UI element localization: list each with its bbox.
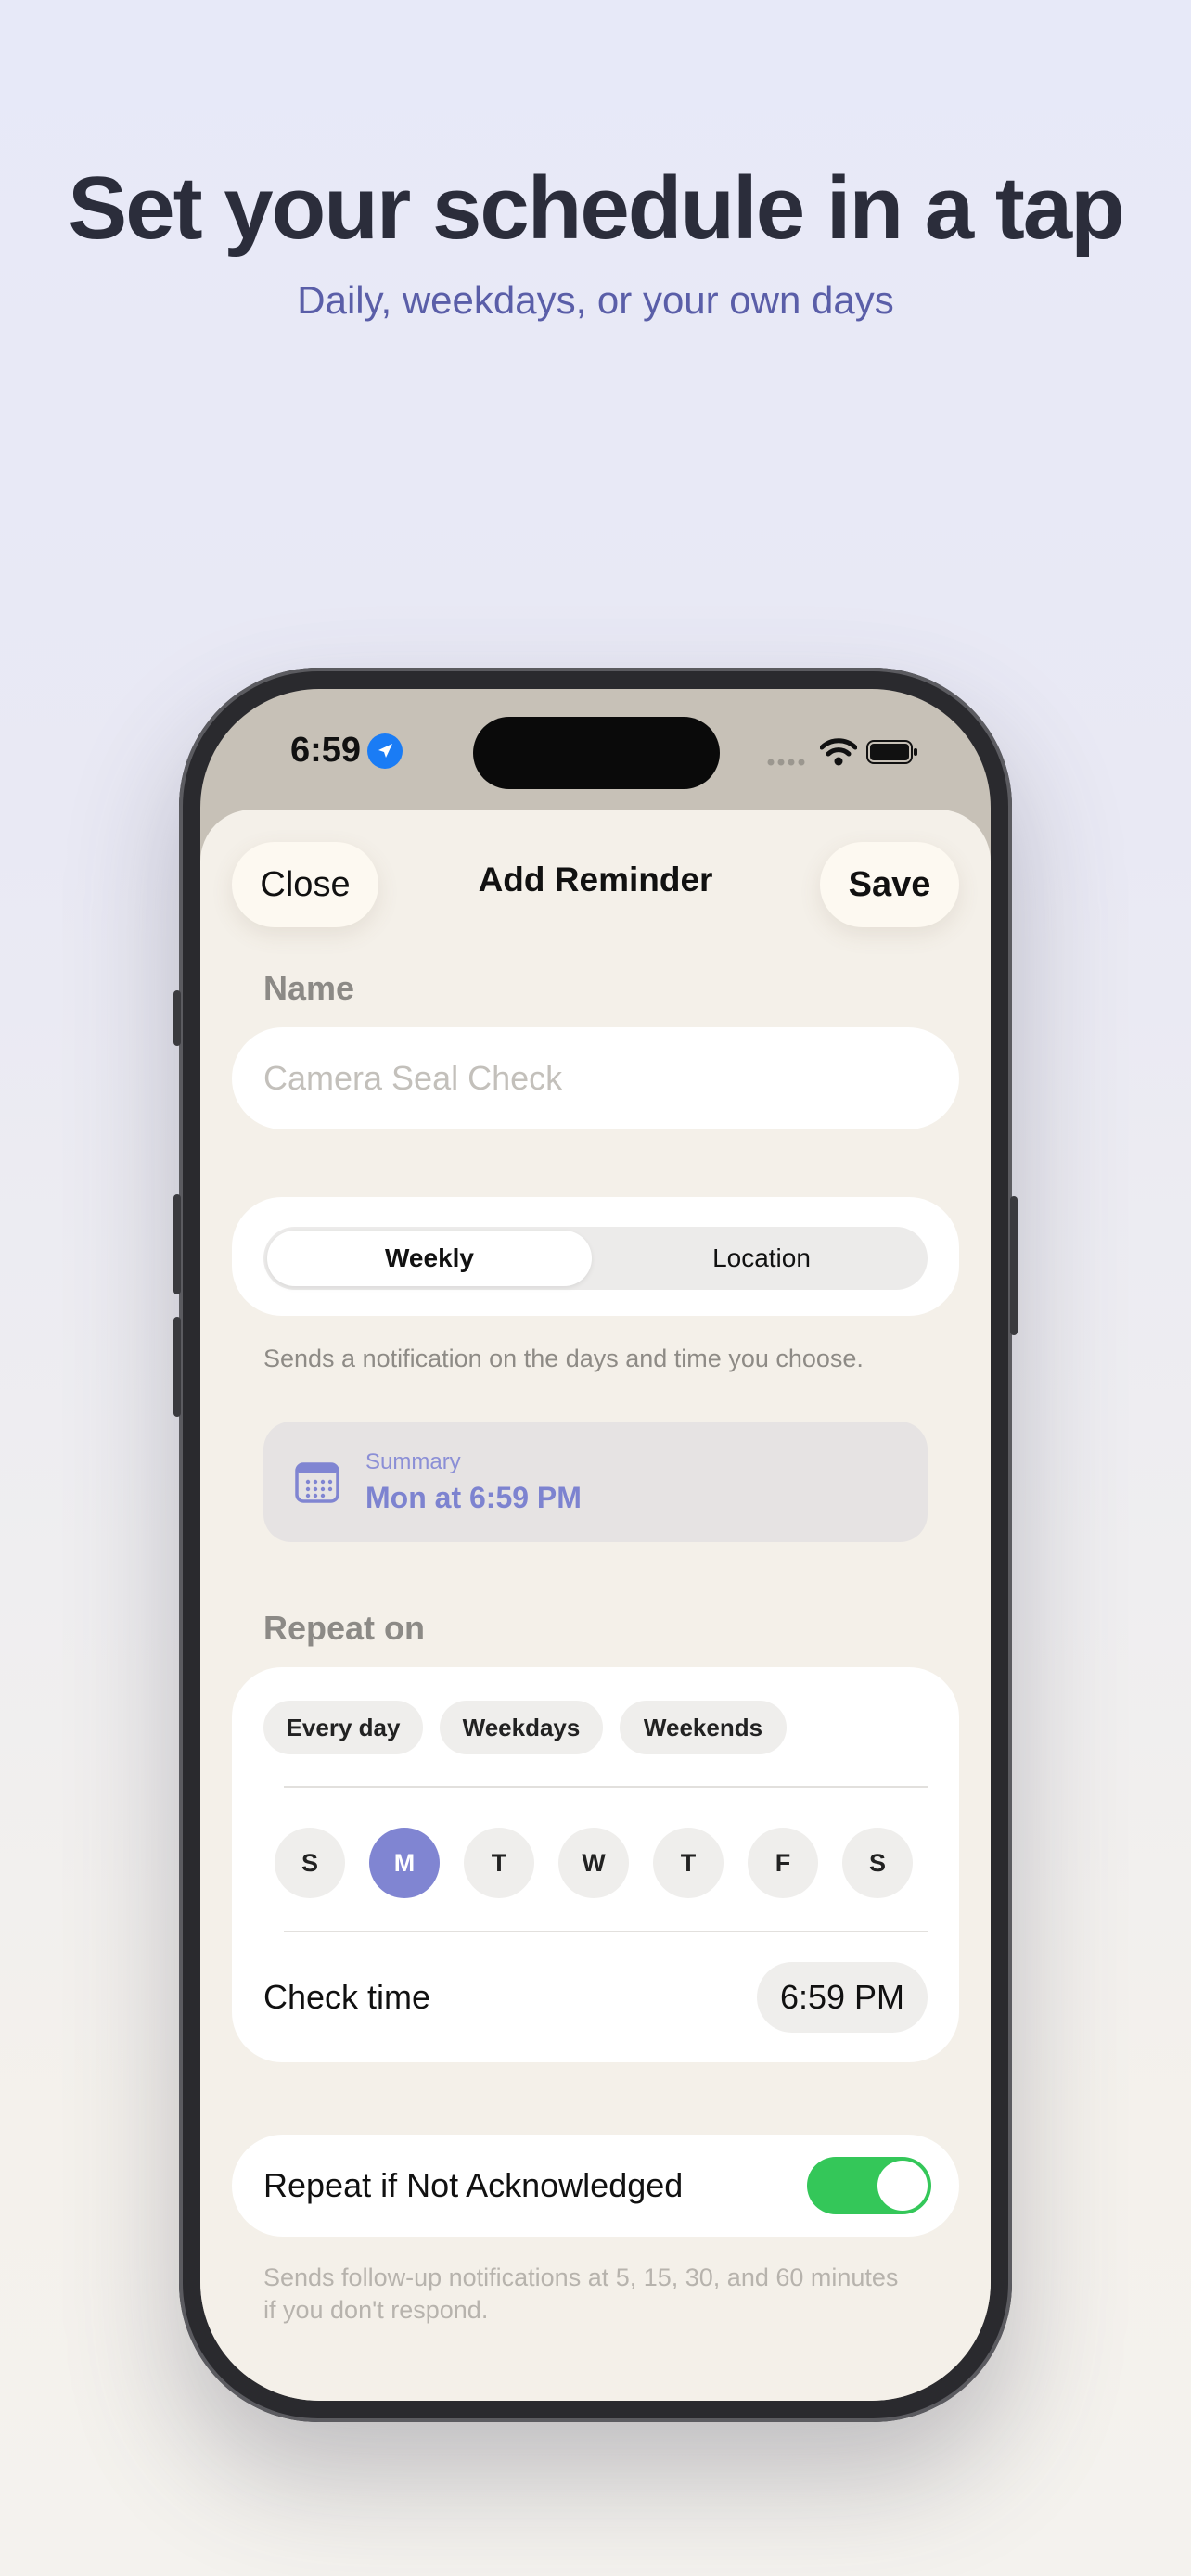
- dynamic-island: [473, 717, 720, 789]
- silent-switch: [173, 990, 181, 1046]
- subheadline: Daily, weekdays, or your own days: [297, 278, 894, 322]
- preset-weekends-chip[interactable]: Weekends: [620, 1701, 787, 1754]
- day-toggle-monday[interactable]: M: [369, 1828, 440, 1898]
- repeat-card: Every day Weekdays Weekends S M T W T F …: [232, 1667, 959, 2062]
- day-toggle-friday[interactable]: F: [748, 1828, 818, 1898]
- toggle-knob: [877, 2161, 928, 2211]
- location-arrow-icon: [367, 733, 403, 769]
- signal-icon: [767, 754, 808, 766]
- save-button[interactable]: Save: [820, 842, 959, 927]
- day-toggle-wednesday[interactable]: W: [558, 1828, 629, 1898]
- day-toggle-sunday[interactable]: S: [275, 1828, 345, 1898]
- close-button[interactable]: Close: [232, 842, 378, 927]
- sheet-title: Add Reminder: [478, 861, 713, 899]
- phone-screen: 6:59 Close Add Reminder Save Name Camera…: [200, 689, 991, 2401]
- day-toggle-saturday[interactable]: S: [842, 1828, 913, 1898]
- schedule-helper-text: Sends a notification on the days and tim…: [263, 1345, 864, 1372]
- acknowledge-card: Repeat if Not Acknowledged: [232, 2135, 959, 2237]
- calendar-icon: [295, 1460, 339, 1503]
- check-time-picker[interactable]: 6:59 PM: [757, 1962, 928, 2033]
- status-time: 6:59: [290, 731, 362, 770]
- summary-box: Summary Mon at 6:59 PM: [263, 1422, 928, 1542]
- power-button: [1010, 1196, 1018, 1335]
- segment-weekly[interactable]: Weekly: [267, 1231, 592, 1286]
- day-toggle-tuesday[interactable]: T: [464, 1828, 534, 1898]
- repeat-if-not-acknowledged-label: Repeat if Not Acknowledged: [263, 2166, 684, 2204]
- headline: Set your schedule in a tap: [68, 159, 1125, 258]
- volume-down-button: [173, 1317, 181, 1417]
- wifi-icon: [819, 737, 858, 767]
- schedule-type-segmented-control: Weekly Location: [263, 1227, 928, 1290]
- summary-value: Mon at 6:59 PM: [365, 1481, 582, 1514]
- name-label: Name: [263, 969, 355, 1007]
- acknowledge-helper-text: Sends follow-up notifications at 5, 15, …: [263, 2264, 899, 2324]
- day-toggle-thursday[interactable]: T: [653, 1828, 724, 1898]
- repeat-if-not-acknowledged-toggle[interactable]: [807, 2157, 931, 2214]
- divider: [284, 1931, 928, 1932]
- check-time-label: Check time: [263, 1978, 431, 2016]
- summary-label: Summary: [365, 1449, 461, 1474]
- volume-up-button: [173, 1194, 181, 1294]
- preset-every-day-chip[interactable]: Every day: [263, 1701, 423, 1754]
- divider: [284, 1786, 928, 1788]
- segment-location[interactable]: Location: [599, 1231, 924, 1286]
- preset-weekdays-chip[interactable]: Weekdays: [440, 1701, 603, 1754]
- name-input[interactable]: [232, 1027, 959, 1129]
- battery-icon: [866, 740, 918, 764]
- status-bar: 6:59: [200, 689, 991, 810]
- add-reminder-sheet: Close Add Reminder Save Name Weekly Loca…: [200, 810, 991, 2401]
- repeat-on-label: Repeat on: [263, 1609, 426, 1647]
- schedule-type-card: Weekly Location: [232, 1197, 959, 1316]
